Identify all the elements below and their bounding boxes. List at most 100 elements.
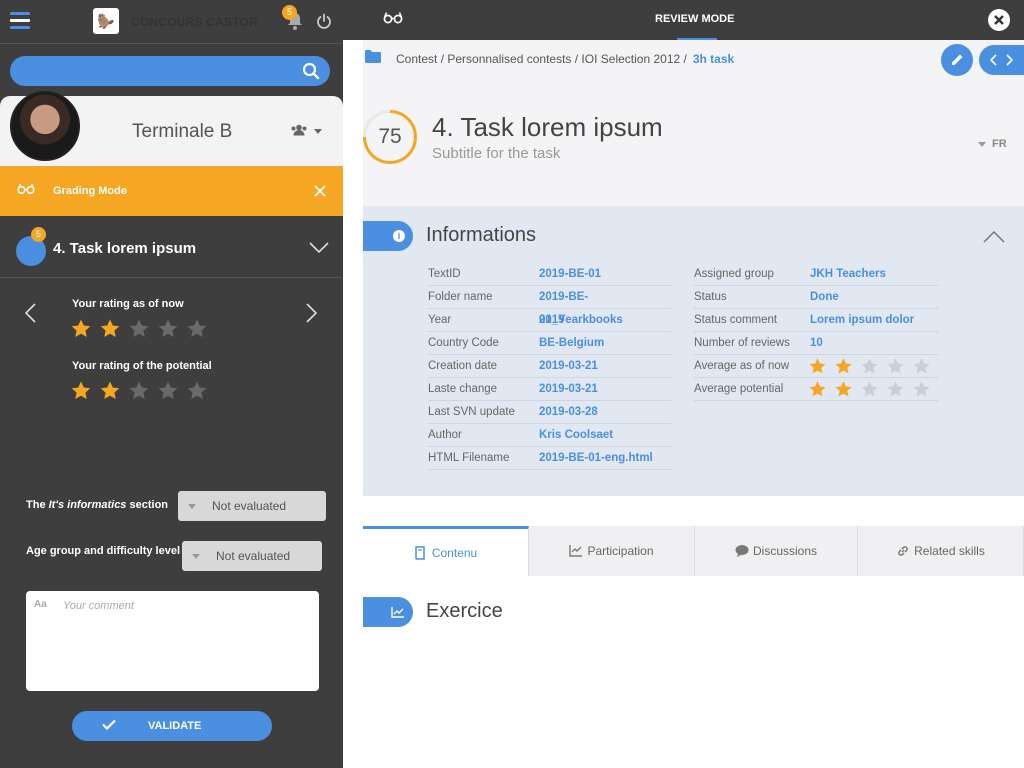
info-value[interactable]: 10 bbox=[810, 332, 938, 355]
power-icon[interactable] bbox=[316, 13, 332, 29]
star-filled-icon[interactable] bbox=[834, 380, 853, 399]
info-left-list: TextID 2019-BE-01 Folder name 2019-BE-01_Ye… bbox=[428, 263, 671, 470]
task-badge: 5 bbox=[31, 227, 46, 242]
star-empty-icon[interactable] bbox=[128, 318, 150, 340]
age-select[interactable]: Not evaluated bbox=[182, 541, 322, 571]
info-value[interactable]: 2019 bbox=[539, 309, 671, 332]
info-value[interactable]: Lorem ipsum dolor bbox=[810, 309, 938, 332]
info-stars bbox=[808, 355, 938, 378]
edit-button[interactable] bbox=[941, 44, 973, 76]
star-empty-icon[interactable] bbox=[886, 357, 905, 376]
score-value: 75 bbox=[366, 113, 414, 161]
star-empty-icon[interactable] bbox=[157, 380, 179, 402]
chevron-down-icon bbox=[188, 503, 196, 509]
info-row: Creation date 2019-03-21 bbox=[428, 355, 671, 378]
task-title: 4. Task lorem ipsum bbox=[53, 240, 197, 257]
info-key: Average as of now bbox=[694, 355, 808, 378]
info-value[interactable]: 2019-03-28 bbox=[539, 401, 671, 424]
star-empty-icon[interactable] bbox=[912, 357, 931, 376]
tab-discussions[interactable]: Discussions bbox=[695, 526, 858, 576]
rating-potential-stars[interactable] bbox=[70, 380, 215, 407]
star-empty-icon[interactable] bbox=[860, 357, 879, 376]
nav-arrows[interactable] bbox=[979, 45, 1024, 75]
next-arrow-icon[interactable] bbox=[306, 303, 318, 328]
pencil-icon bbox=[951, 54, 962, 65]
info-key: Last SVN update bbox=[428, 401, 539, 424]
avatar bbox=[10, 91, 80, 161]
breadcrumb-path[interactable]: Contest / Personnalised contests / IOI S… bbox=[396, 52, 687, 66]
close-icon[interactable] bbox=[988, 9, 1010, 31]
rating-now-stars[interactable] bbox=[70, 318, 215, 345]
info-key: Number of reviews bbox=[694, 332, 810, 355]
info-value[interactable]: 2019-03-21 bbox=[539, 355, 671, 378]
star-empty-icon[interactable] bbox=[860, 380, 879, 399]
glasses-icon bbox=[383, 11, 403, 29]
star-filled-icon[interactable] bbox=[808, 380, 827, 399]
chat-icon bbox=[735, 544, 749, 558]
tab-participation[interactable]: Participation bbox=[529, 526, 695, 576]
informations-section: i Informations TextID 2019-BE-01 Folder na… bbox=[363, 206, 1024, 496]
star-filled-icon[interactable] bbox=[834, 357, 853, 376]
info-value[interactable]: Done bbox=[810, 286, 938, 309]
page-title: 4. Task lorem ipsum bbox=[432, 112, 663, 142]
info-icon: i bbox=[363, 221, 413, 251]
page-subtitle: Subtitle for the task bbox=[432, 145, 561, 162]
info-value[interactable]: Kris Coolsaet bbox=[539, 424, 671, 447]
info-key: Average potential bbox=[694, 378, 808, 401]
rating-potential-label: Your rating of the potential bbox=[72, 360, 212, 372]
star-empty-icon[interactable] bbox=[128, 380, 150, 402]
comment-placeholder: Your comment bbox=[63, 600, 134, 612]
age-label: Age group and difficulty level bbox=[26, 545, 181, 557]
link-icon bbox=[896, 544, 910, 558]
search-input[interactable] bbox=[10, 56, 330, 86]
star-filled-icon[interactable] bbox=[70, 318, 92, 340]
close-icon[interactable] bbox=[314, 184, 326, 202]
prev-arrow-icon[interactable] bbox=[24, 303, 36, 328]
section-label: The It's informatics section bbox=[26, 499, 168, 511]
info-value[interactable]: JKH Teachers bbox=[810, 263, 938, 286]
chart-icon bbox=[569, 544, 583, 558]
search-icon[interactable] bbox=[302, 62, 320, 85]
users-icon bbox=[290, 124, 308, 139]
info-value[interactable]: 2019-03-21 bbox=[539, 378, 671, 401]
section-select[interactable]: Not evaluated bbox=[178, 491, 326, 521]
info-value[interactable]: BE-Belgium bbox=[539, 332, 671, 355]
star-filled-icon[interactable] bbox=[808, 357, 827, 376]
breadcrumb: Contest / Personnalised contests / IOI S… bbox=[363, 40, 1024, 78]
info-key: Status bbox=[694, 286, 810, 309]
star-empty-icon[interactable] bbox=[912, 380, 931, 399]
star-empty-icon[interactable] bbox=[186, 318, 208, 340]
validate-button[interactable]: VALIDATE bbox=[72, 711, 272, 741]
info-key: Status comment bbox=[694, 309, 810, 332]
info-row: Status comment Lorem ipsum dolor bbox=[694, 309, 938, 332]
group-selector[interactable] bbox=[290, 124, 322, 139]
tab-contenu[interactable]: Contenu bbox=[363, 526, 529, 576]
info-row: Assigned group JKH Teachers bbox=[694, 263, 938, 286]
info-row: Year 2019 bbox=[428, 309, 671, 332]
language-select[interactable]: FR bbox=[978, 138, 1007, 150]
comment-field[interactable]: Aa Your comment bbox=[26, 591, 319, 691]
info-row: Author Kris Coolsaet bbox=[428, 424, 671, 447]
language-value: FR bbox=[992, 138, 1007, 150]
tab-related-skills[interactable]: Related skills bbox=[858, 526, 1024, 576]
star-filled-icon[interactable] bbox=[99, 318, 121, 340]
info-key: Year bbox=[428, 309, 539, 332]
star-empty-icon[interactable] bbox=[886, 380, 905, 399]
info-row: HTML Filename 2019-BE-01-eng.html bbox=[428, 447, 671, 470]
chevron-up-icon[interactable] bbox=[983, 230, 1005, 248]
chart-icon bbox=[363, 597, 413, 627]
star-filled-icon[interactable] bbox=[99, 380, 121, 402]
info-value[interactable]: 2019-BE-01_Yearkbooks bbox=[539, 286, 671, 326]
chevron-down-icon[interactable] bbox=[309, 241, 329, 259]
star-empty-icon[interactable] bbox=[157, 318, 179, 340]
chevron-left-icon[interactable] bbox=[989, 54, 997, 66]
info-row: Laste change 2019-03-21 bbox=[428, 378, 671, 401]
info-value[interactable]: 2019-BE-01 bbox=[539, 263, 671, 286]
chevron-right-icon[interactable] bbox=[1006, 54, 1014, 66]
star-empty-icon[interactable] bbox=[186, 380, 208, 402]
glasses-icon bbox=[17, 182, 35, 200]
info-value[interactable]: 2019-BE-01-eng.html bbox=[539, 447, 671, 470]
grading-mode-bar: Grading Mode bbox=[0, 166, 343, 216]
star-filled-icon[interactable] bbox=[70, 380, 92, 402]
menu-icon[interactable] bbox=[10, 12, 30, 32]
